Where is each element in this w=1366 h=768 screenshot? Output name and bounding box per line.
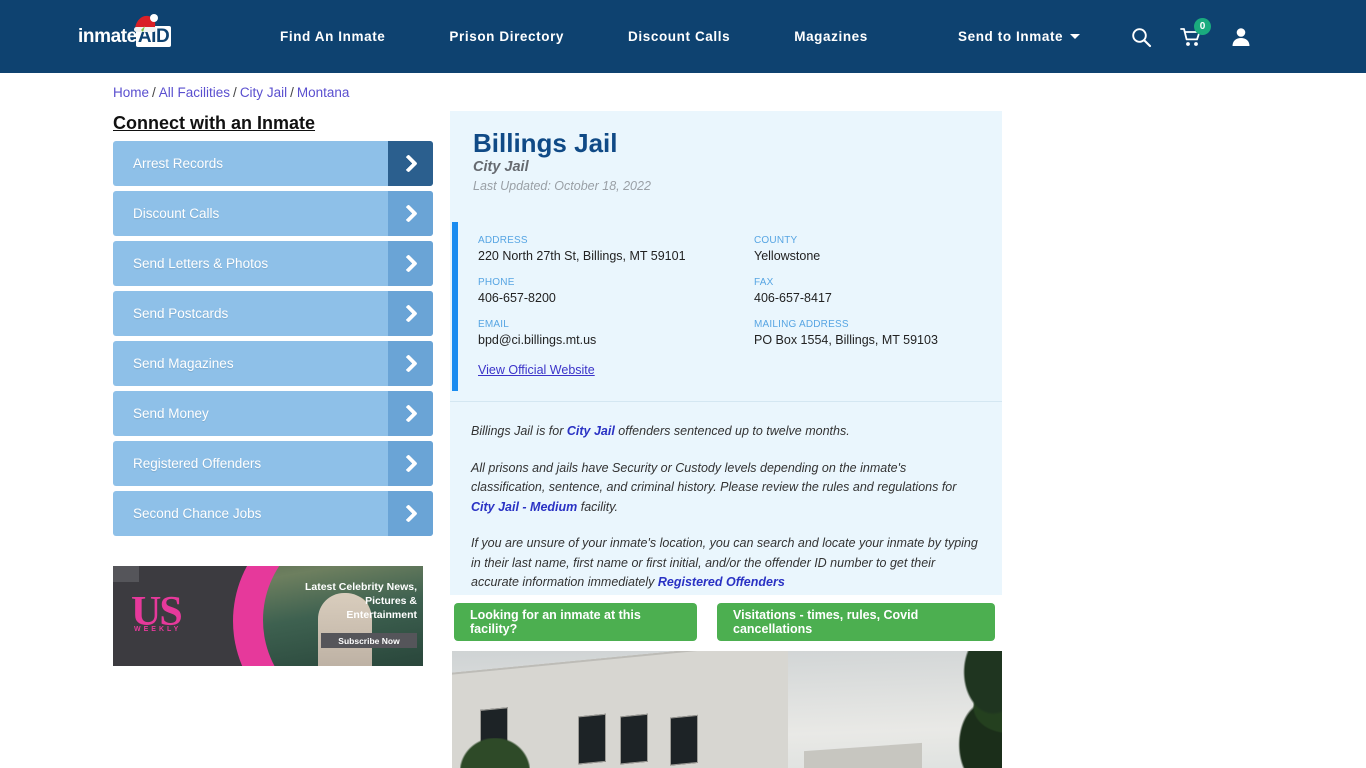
info-label: EMAIL	[478, 319, 510, 330]
sidebar-item-send-postcards[interactable]: Send Postcards	[113, 291, 433, 336]
sidebar-item-label: Registered Offenders	[133, 456, 262, 471]
card-divider	[450, 401, 1002, 402]
info-value: PO Box 1554, Billings, MT 59103	[754, 333, 938, 347]
chevron-right-icon	[388, 191, 433, 236]
photo-tree	[926, 651, 1002, 768]
description-link-city-jail-medium[interactable]: City Jail - Medium	[471, 500, 577, 514]
user-account-icon[interactable]	[1230, 26, 1252, 48]
info-field-address: ADDRESS 220 North 27th St, Billings, MT …	[478, 235, 754, 263]
sidebar-item-label: Discount Calls	[133, 206, 220, 221]
info-value: 406-657-8417	[754, 291, 832, 305]
chevron-right-icon	[388, 141, 433, 186]
breadcrumb-separator: /	[233, 85, 237, 100]
chevron-right-icon	[388, 291, 433, 336]
description-paragraph-1: Billings Jail is for City Jail offenders…	[471, 424, 850, 438]
search-icon[interactable]	[1130, 26, 1152, 48]
logo-text-aid: AID	[135, 26, 172, 47]
nav-link-prison-directory[interactable]: Prison Directory	[417, 29, 596, 44]
sidebar-item-label: Send Magazines	[133, 356, 234, 371]
sidebar-item-send-money[interactable]: Send Money	[113, 391, 433, 436]
nav-link-find-an-inmate[interactable]: Find An Inmate	[248, 29, 417, 44]
sidebar-menu: Arrest Records Discount Calls Send Lette…	[113, 141, 433, 541]
looking-for-inmate-button[interactable]: Looking for an inmate at this facility?	[454, 603, 697, 641]
ad-subscribe-button[interactable]: Subscribe Now	[321, 633, 417, 648]
shopping-cart-icon[interactable]: 0	[1180, 17, 1211, 48]
facility-contact-grid: ADDRESS 220 North 27th St, Billings, MT …	[478, 235, 978, 347]
chevron-down-icon	[1070, 34, 1081, 39]
info-value: 406-657-8200	[478, 291, 556, 305]
sidebar-item-label: Arrest Records	[133, 156, 224, 171]
info-label: PHONE	[478, 277, 515, 288]
visitations-button[interactable]: Visitations - times, rules, Covid cancel…	[717, 603, 995, 641]
info-field-phone: PHONE 406-657-8200	[478, 277, 754, 305]
info-label: COUNTY	[754, 235, 798, 246]
sidebar-item-discount-calls[interactable]: Discount Calls	[113, 191, 433, 236]
sidebar-item-send-letters-photos[interactable]: Send Letters & Photos	[113, 241, 433, 286]
main-nav-links: Find An Inmate Prison Directory Discount…	[248, 0, 900, 73]
breadcrumb-item-city-jail[interactable]: City Jail	[240, 85, 287, 100]
chevron-right-icon	[388, 341, 433, 386]
breadcrumb-item-montana[interactable]: Montana	[297, 85, 350, 100]
chevron-right-icon	[388, 491, 433, 536]
nav-dropdown-send-to-inmate[interactable]: Send to Inmate	[958, 0, 1081, 73]
ad-headline: Latest Celebrity News, Pictures & Entert…	[304, 581, 417, 621]
nav-icon-group: 0	[1130, 0, 1252, 73]
nav-dropdown-label: Send to Inmate	[958, 29, 1064, 44]
sidebar-advertisement[interactable]: US WEEKLY Latest Celebrity News, Pictures…	[113, 566, 423, 666]
info-field-county: COUNTY Yellowstone	[754, 235, 978, 263]
last-updated-text: Last Updated: October 18, 2022	[473, 179, 651, 193]
facility-type: City Jail	[473, 159, 529, 175]
view-official-website-link[interactable]: View Official Website	[478, 363, 595, 377]
sidebar-item-label: Send Postcards	[133, 306, 229, 321]
info-value: Yellowstone	[754, 249, 821, 263]
info-label: MAILING ADDRESS	[754, 319, 849, 330]
sidebar-item-label: Send Money	[133, 406, 209, 421]
nav-link-magazines[interactable]: Magazines	[762, 29, 900, 44]
top-navigation-bar: inmateAID Find An Inmate Prison Director…	[0, 0, 1366, 73]
chevron-right-icon	[388, 391, 433, 436]
info-field-mailing-address: MAILING ADDRESS PO Box 1554, Billings, M…	[754, 319, 978, 347]
ad-brand-logo: US WEEKLY	[131, 589, 183, 635]
logo-text-inmate: inmate	[78, 26, 137, 47]
sidebar-item-send-magazines[interactable]: Send Magazines	[113, 341, 433, 386]
info-field-email: EMAIL bpd@ci.billings.mt.us	[478, 319, 754, 347]
ad-corner-marker	[113, 566, 139, 582]
chevron-right-icon	[388, 241, 433, 286]
sidebar-item-registered-offenders[interactable]: Registered Offenders	[113, 441, 433, 486]
chevron-right-icon	[388, 441, 433, 486]
info-field-fax: FAX 406-657-8417	[754, 277, 978, 305]
description-paragraph-3: If you are unsure of your inmate's locat…	[471, 536, 978, 589]
info-label: FAX	[754, 277, 774, 288]
description-paragraph-2: All prisons and jails have Security or C…	[471, 460, 957, 514]
page-title: Billings Jail	[473, 128, 618, 158]
description-link-registered-offenders[interactable]: Registered Offenders	[658, 575, 785, 589]
facility-description: Billings Jail is for City Jail offenders…	[471, 422, 983, 610]
breadcrumb-separator: /	[290, 85, 294, 100]
photo-foreground-shrub	[460, 738, 530, 768]
info-label: ADDRESS	[478, 235, 528, 246]
logo-text: inmateAID	[78, 22, 188, 52]
cart-count-badge: 0	[1194, 17, 1211, 35]
sidebar-item-label: Send Letters & Photos	[133, 256, 269, 271]
nav-link-discount-calls[interactable]: Discount Calls	[596, 29, 762, 44]
breadcrumb: Home / All Facilities / City Jail / Montana	[113, 85, 349, 100]
breadcrumb-item-all-facilities[interactable]: All Facilities	[159, 85, 230, 100]
facility-info-card: Billings Jail City Jail Last Updated: Oc…	[450, 111, 1002, 595]
info-value: 220 North 27th St, Billings, MT 59101	[478, 249, 686, 263]
breadcrumb-item-home[interactable]: Home	[113, 85, 149, 100]
sidebar-title: Connect with an Inmate	[113, 113, 316, 133]
ad-brand-sub: WEEKLY	[134, 626, 182, 633]
description-link-city-jail[interactable]: City Jail	[567, 424, 615, 438]
accent-bar	[452, 222, 458, 391]
sidebar-item-second-chance-jobs[interactable]: Second Chance Jobs	[113, 491, 433, 536]
facility-exterior-photo	[452, 651, 1002, 768]
sidebar-item-label: Second Chance Jobs	[133, 506, 262, 521]
breadcrumb-separator: /	[152, 85, 156, 100]
info-value: bpd@ci.billings.mt.us	[478, 333, 597, 347]
sidebar-item-arrest-records[interactable]: Arrest Records	[113, 141, 433, 186]
site-logo[interactable]: inmateAID	[78, 14, 188, 52]
